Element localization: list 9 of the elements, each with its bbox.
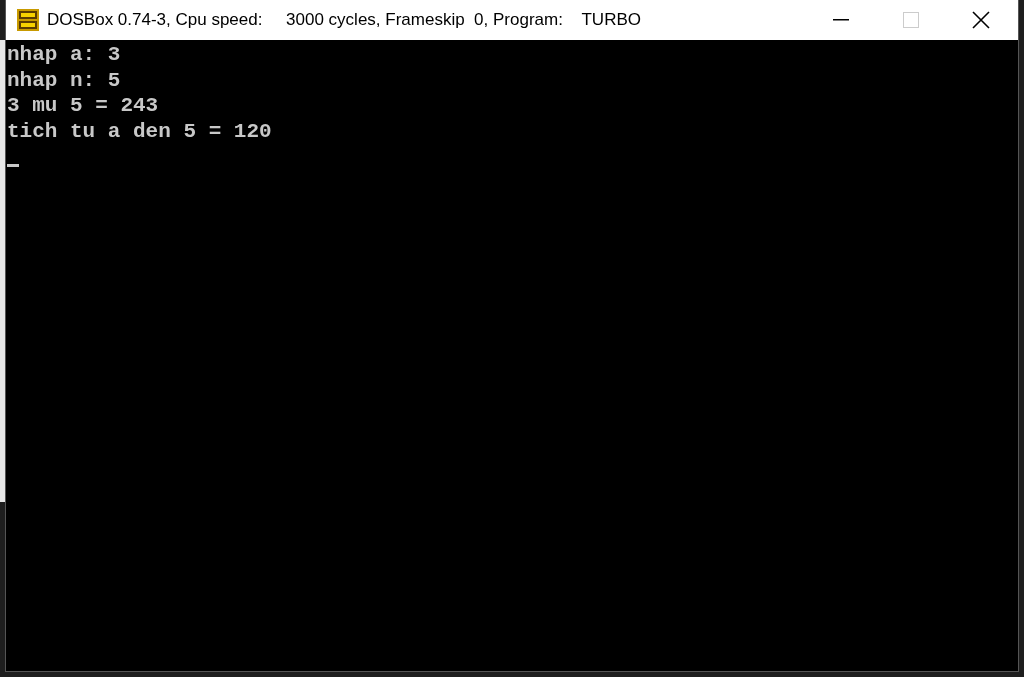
minimize-icon xyxy=(833,19,849,21)
close-icon xyxy=(972,11,990,29)
window-title: DOSBox 0.74-3, Cpu speed: 3000 cycles, Frameskip 0, Program: TURBO xyxy=(47,9,641,32)
console-line: nhap a: 3 xyxy=(7,42,121,68)
console-line: tich tu a den 5 = 120 xyxy=(7,118,272,144)
maximize-icon xyxy=(903,12,919,28)
app-icon xyxy=(17,9,39,31)
console-line: nhap n: 5 xyxy=(7,67,121,93)
console-line: 3 mu 5 = 243 xyxy=(7,93,159,119)
